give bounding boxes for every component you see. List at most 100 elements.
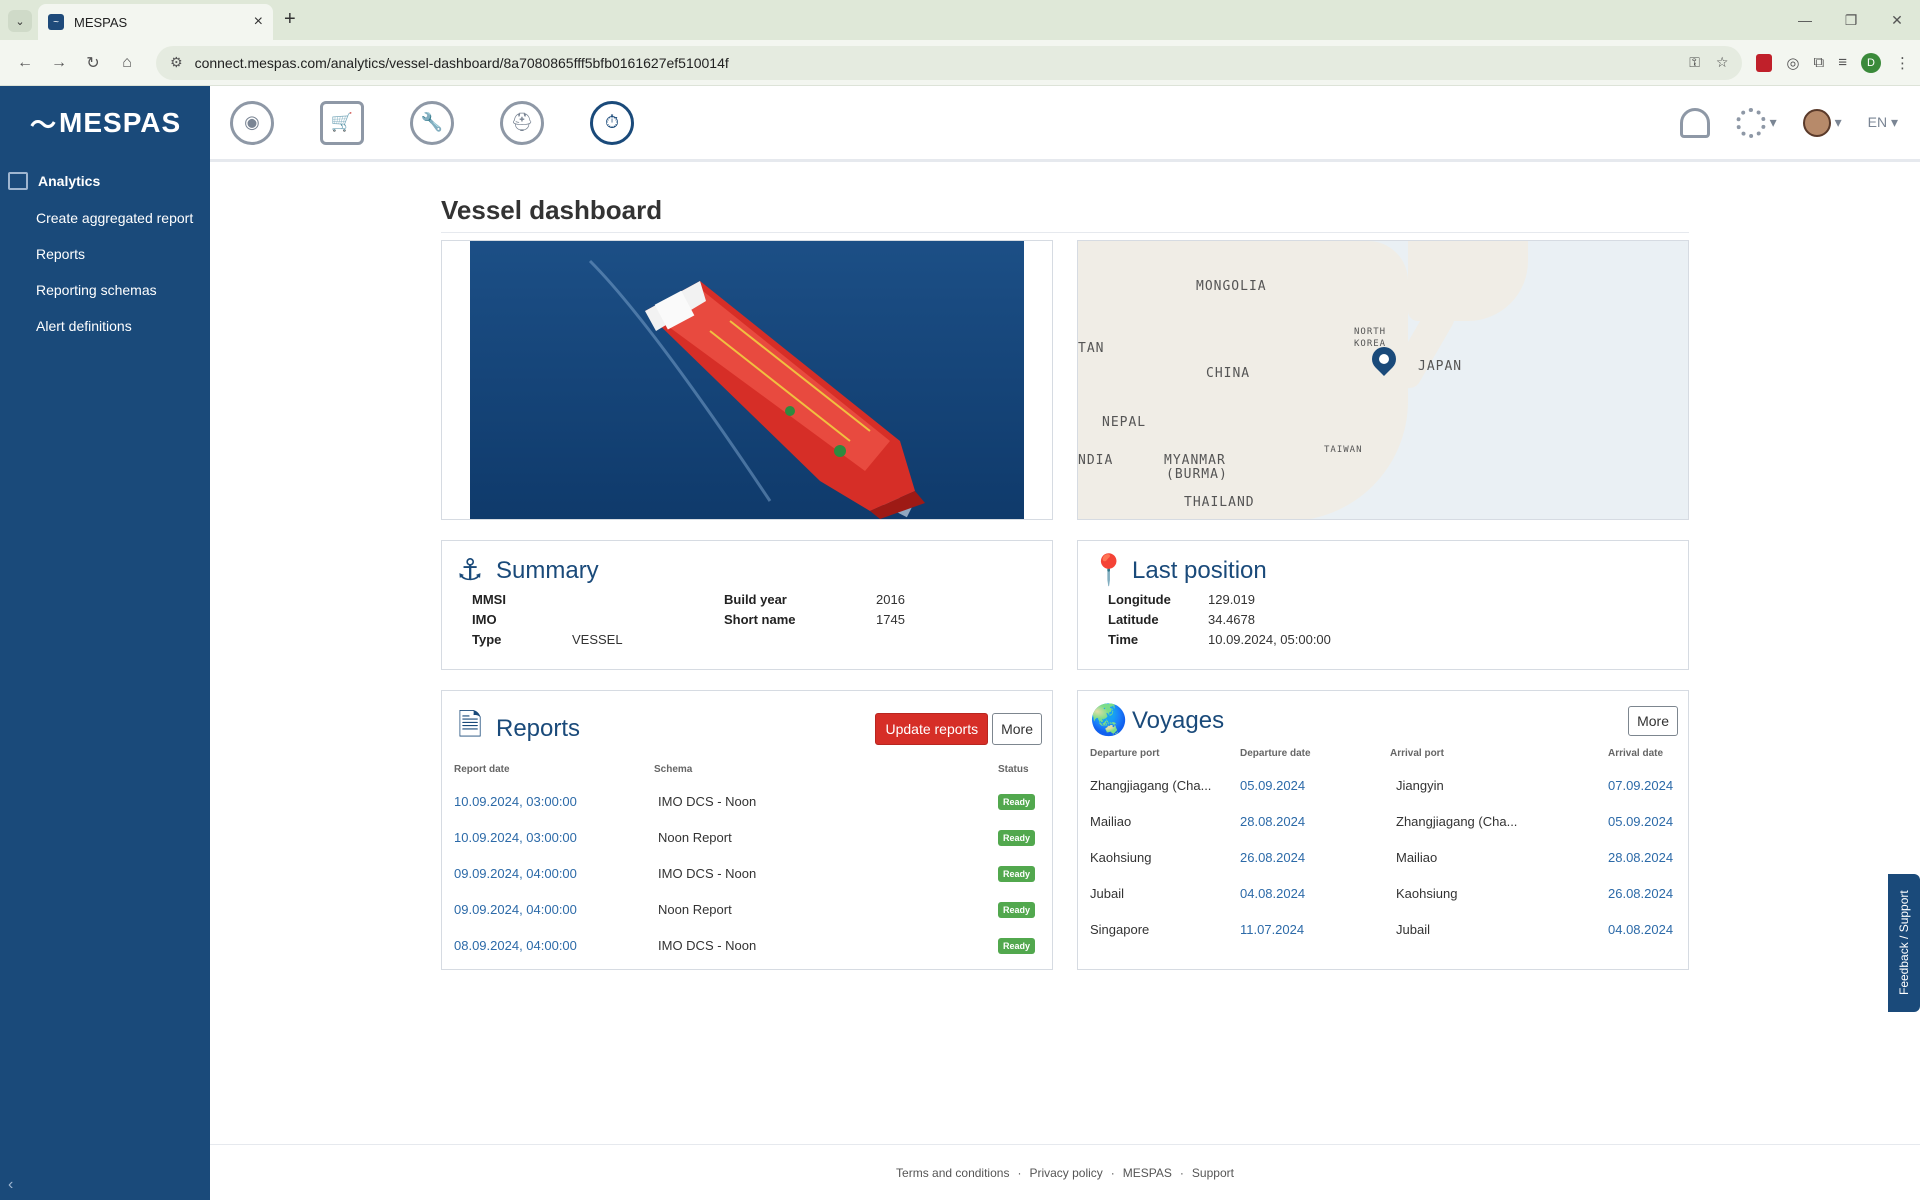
sidebar-section-analytics[interactable]: Analytics	[0, 162, 210, 200]
terms-link[interactable]: Terms and conditions	[896, 1166, 1009, 1180]
collapse-sidebar-icon[interactable]: ‹	[8, 1176, 13, 1194]
reload-button[interactable]: ↻	[78, 53, 108, 73]
departure-date[interactable]: 11.07.2024	[1240, 911, 1390, 947]
status-badge: Ready	[998, 865, 1036, 882]
table-row: Singapore 11.07.2024 Jubail 04.08.2024	[1090, 911, 1678, 947]
safety-helmet-icon[interactable]: ⛑	[500, 100, 544, 145]
departure-date[interactable]: 05.09.2024	[1240, 767, 1390, 803]
map-label: TAIWAN	[1324, 445, 1363, 455]
bookmark-star-icon[interactable]: ☆	[1716, 54, 1729, 71]
browser-tab[interactable]: ~ MESPAS ×	[38, 4, 273, 40]
arrival-port: Jubail	[1396, 921, 1430, 937]
map-label: (BURMA)	[1166, 467, 1228, 482]
feedback-support-tab[interactable]: Feedback / Support	[1888, 874, 1920, 1012]
user-menu[interactable]: ▾	[1802, 108, 1842, 137]
departure-date[interactable]: 04.08.2024	[1240, 875, 1390, 911]
sidebar-item-reports[interactable]: Reports	[0, 236, 210, 272]
mespas-favicon-icon: ~	[48, 14, 64, 30]
analytics-stopwatch-icon[interactable]: ⏱	[590, 100, 634, 145]
close-window-button[interactable]: ✕	[1874, 0, 1920, 40]
address-bar-row: ← → ↻ ⌂ ⚙ connect.mespas.com/analytics/v…	[0, 40, 1920, 86]
sidebar-item-create-aggregated-report[interactable]: Create aggregated report	[0, 200, 210, 236]
logo-text: MESPAS	[59, 107, 182, 138]
reports-more-button[interactable]: More	[992, 712, 1042, 745]
privacy-link[interactable]: Privacy policy	[1029, 1166, 1102, 1180]
new-tab-button[interactable]: +	[284, 8, 296, 31]
map-label: NEPAL	[1102, 415, 1147, 430]
reading-list-icon[interactable]: ≡	[1838, 54, 1847, 71]
restore-button[interactable]: ❐	[1828, 0, 1874, 40]
time-value: 10.09.2024, 05:00:00	[1208, 632, 1331, 647]
vessel-photo	[470, 241, 1024, 519]
status-badge: Ready	[998, 937, 1036, 954]
mmsi-label: MMSI	[472, 592, 506, 607]
puzzle-extensions-icon[interactable]: ⧉	[1814, 54, 1825, 71]
arrival-date[interactable]: 05.09.2024	[1608, 803, 1678, 839]
mespas-logo[interactable]: 〜 MESPAS	[0, 86, 210, 160]
short-name-label: Short name	[724, 612, 796, 627]
browser-menu-icon[interactable]: ⋮	[1895, 54, 1910, 72]
close-tab-icon[interactable]: ×	[254, 13, 263, 31]
last-position-header: 📍 Last position	[1078, 541, 1688, 588]
table-row: 08.09.2024, 04:00:00 IMO DCS - Noon Read…	[454, 927, 1040, 963]
map-label: THAILAND	[1184, 495, 1255, 510]
map-label: JAPAN	[1418, 359, 1463, 374]
tab-search-button[interactable]: ⌄	[8, 10, 32, 32]
sidebar-item-reporting-schemas[interactable]: Reporting schemas	[0, 272, 210, 308]
voyages-table: Departure port Departure date Arrival po…	[1090, 742, 1678, 947]
report-date-link[interactable]: 09.09.2024, 04:00:00	[454, 891, 654, 927]
pdf-extension-icon[interactable]	[1756, 53, 1773, 72]
table-row: 09.09.2024, 04:00:00 Noon Report Ready	[454, 891, 1040, 927]
main-content: Vessel dashboard MONGOLIA TAN CHINA NORT…	[210, 165, 1920, 1200]
url-bar[interactable]: ⚙ connect.mespas.com/analytics/vessel-da…	[156, 45, 1743, 80]
report-schema: IMO DCS - Noon	[658, 793, 757, 809]
minimize-button[interactable]: —	[1782, 0, 1828, 40]
arrival-date[interactable]: 28.08.2024	[1608, 839, 1678, 875]
arrival-date[interactable]: 26.08.2024	[1608, 875, 1678, 911]
report-date-link[interactable]: 08.09.2024, 04:00:00	[454, 927, 654, 963]
arrival-port: Mailiao	[1396, 849, 1438, 865]
footer-separator: ·	[1017, 1165, 1022, 1180]
summary-card: ⚓ Summary MMSI Build year 2016 IMO Short…	[441, 540, 1053, 670]
report-date-link[interactable]: 09.09.2024, 04:00:00	[454, 855, 654, 891]
back-button[interactable]: ←	[10, 54, 40, 72]
mespas-link[interactable]: MESPAS	[1123, 1166, 1172, 1180]
fleet-module-icon[interactable]: ◉	[230, 100, 274, 145]
update-reports-button[interactable]: Update reports	[875, 712, 989, 745]
voyages-more-button[interactable]: More	[1628, 705, 1678, 736]
report-date-link[interactable]: 10.09.2024, 03:00:00	[454, 819, 654, 855]
map-label: NDIA	[1078, 453, 1114, 468]
voyages-card: 🌏 Voyages More Departure port Departure …	[1077, 690, 1689, 970]
home-button[interactable]: ⌂	[112, 54, 142, 72]
maintenance-wrench-icon[interactable]: 🔧	[410, 100, 454, 145]
report-date-link[interactable]: 10.09.2024, 03:00:00	[454, 783, 654, 819]
departure-port: Jubail	[1090, 885, 1124, 901]
language-selector[interactable]: EN ▾	[1868, 114, 1898, 131]
arrival-date[interactable]: 07.09.2024	[1608, 767, 1678, 803]
forward-button[interactable]: →	[44, 54, 74, 72]
site-info-icon[interactable]: ⚙	[170, 54, 183, 71]
notifications-bell-icon[interactable]	[1679, 107, 1710, 138]
user-avatar	[1802, 108, 1831, 137]
reports-title: Reports	[496, 714, 581, 742]
vessel-map-card[interactable]: MONGOLIA TAN CHINA NORTH KOREA JAPAN NEP…	[1077, 240, 1689, 520]
departure-date[interactable]: 28.08.2024	[1240, 803, 1390, 839]
imo-label: IMO	[472, 612, 497, 627]
column-header: Schema	[654, 764, 693, 775]
profile-avatar-icon[interactable]: D	[1861, 52, 1881, 73]
sidebar-item-alert-definitions[interactable]: Alert definitions	[0, 308, 210, 344]
departure-date[interactable]: 26.08.2024	[1240, 839, 1390, 875]
column-header: Departure port	[1090, 748, 1160, 759]
position-map[interactable]: MONGOLIA TAN CHINA NORTH KOREA JAPAN NEP…	[1078, 241, 1688, 519]
tab-title: MESPAS	[74, 14, 128, 30]
support-link[interactable]: Support	[1192, 1166, 1234, 1180]
target-extension-icon[interactable]: ◎	[1786, 54, 1799, 72]
password-key-icon[interactable]: ⚿	[1689, 54, 1700, 71]
arrival-date[interactable]: 04.08.2024	[1608, 911, 1678, 947]
settings-menu[interactable]: ▾	[1735, 107, 1777, 138]
last-position-title: Last position	[1132, 556, 1267, 584]
table-row: Mailiao 28.08.2024 Zhangjiagang (Cha... …	[1090, 803, 1678, 839]
purchasing-cart-icon[interactable]: 🛒	[320, 100, 364, 145]
status-badge: Ready	[998, 829, 1036, 846]
vessel-image-card	[441, 240, 1053, 520]
